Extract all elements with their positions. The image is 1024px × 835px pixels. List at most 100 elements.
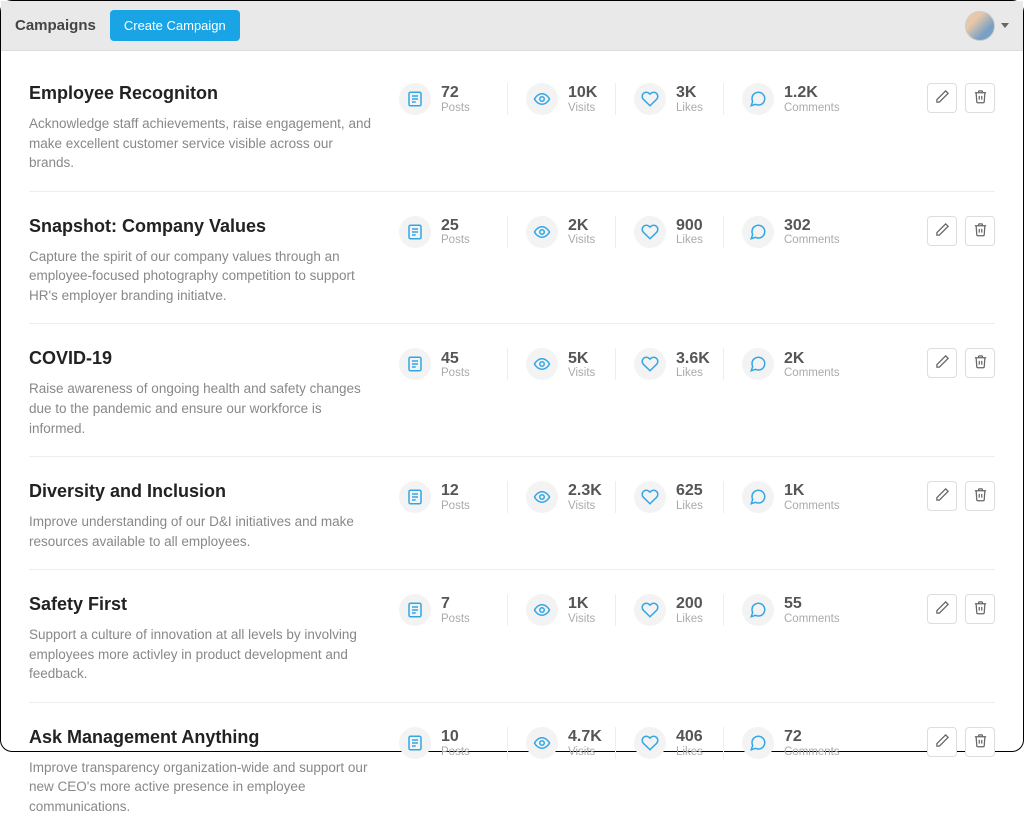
- campaign-info: Employee Recogniton Acknowledge staff ach…: [29, 83, 399, 173]
- campaign-row: Ask Management Anything Improve transpare…: [1, 703, 1023, 835]
- campaign-description: Support a culture of innovation at all l…: [29, 625, 375, 684]
- metric-visits: 1KVisits: [507, 594, 607, 626]
- delete-button[interactable]: [965, 481, 995, 511]
- metric-value: 72: [441, 84, 499, 102]
- metric-label: Posts: [441, 367, 499, 379]
- campaign-row: COVID-19Raise awareness of ongoing healt…: [1, 324, 1023, 456]
- pencil-icon: [935, 354, 950, 372]
- eye-icon: [526, 727, 558, 759]
- campaign-metrics: 72Posts10KVisits3KLikes1.2KComments: [399, 83, 911, 115]
- user-menu[interactable]: [965, 11, 1009, 41]
- eye-icon: [526, 348, 558, 380]
- campaign-metrics: 25Posts2KVisits900Likes302Comments: [399, 216, 911, 248]
- metric-value: 72: [784, 728, 842, 746]
- metric-posts: 45Posts: [399, 348, 499, 380]
- campaign-description: Capture the spirit of our company values…: [29, 247, 375, 306]
- metric-label: Comments: [784, 613, 842, 625]
- delete-button[interactable]: [965, 594, 995, 624]
- eye-icon: [526, 216, 558, 248]
- pencil-icon: [935, 733, 950, 751]
- campaign-info: COVID-19Raise awareness of ongoing healt…: [29, 348, 399, 438]
- metric-label: Posts: [441, 102, 499, 114]
- delete-button[interactable]: [965, 83, 995, 113]
- metric-posts: 72Posts: [399, 83, 499, 115]
- row-actions: [911, 481, 995, 511]
- campaign-metrics: 7Posts1KVisits200Likes55Comments: [399, 594, 911, 626]
- chevron-down-icon: [1001, 23, 1009, 28]
- campaign-info: Ask Management Anything Improve transpare…: [29, 727, 399, 817]
- pencil-icon: [935, 487, 950, 505]
- campaign-info: Diversity and InclusionImprove understan…: [29, 481, 399, 551]
- campaign-row: Employee Recogniton Acknowledge staff ach…: [1, 59, 1023, 191]
- metric-value: 55: [784, 595, 842, 613]
- metric-label: Comments: [784, 367, 842, 379]
- posts-icon: [399, 83, 431, 115]
- metric-value: 10: [441, 728, 499, 746]
- edit-button[interactable]: [927, 594, 957, 624]
- metric-comments: 72Comments: [723, 727, 843, 759]
- pencil-icon: [935, 600, 950, 618]
- metric-likes: 900Likes: [615, 216, 715, 248]
- metric-label: Comments: [784, 102, 842, 114]
- metric-value: 2K: [784, 350, 842, 368]
- posts-icon: [399, 216, 431, 248]
- delete-button[interactable]: [965, 348, 995, 378]
- metric-comments: 55Comments: [723, 594, 843, 626]
- edit-button[interactable]: [927, 481, 957, 511]
- metric-likes: 200Likes: [615, 594, 715, 626]
- campaign-metrics: 10Posts4.7KVisits406Likes72Comments: [399, 727, 911, 759]
- trash-icon: [973, 487, 988, 505]
- campaign-row: Snapshot: Company Values Capture the spir…: [1, 192, 1023, 324]
- campaign-row: Diversity and InclusionImprove understan…: [1, 457, 1023, 569]
- metric-visits: 5KVisits: [507, 348, 607, 380]
- topbar: Campaigns Create Campaign: [1, 1, 1023, 51]
- campaign-title[interactable]: Snapshot: Company Values: [29, 216, 375, 237]
- edit-button[interactable]: [927, 727, 957, 757]
- pencil-icon: [935, 222, 950, 240]
- heart-icon: [634, 481, 666, 513]
- metric-label: Posts: [441, 613, 499, 625]
- edit-button[interactable]: [927, 348, 957, 378]
- campaign-title[interactable]: COVID-19: [29, 348, 375, 369]
- comment-icon: [742, 83, 774, 115]
- edit-button[interactable]: [927, 83, 957, 113]
- campaign-title[interactable]: Safety First: [29, 594, 375, 615]
- campaign-title[interactable]: Ask Management Anything: [29, 727, 375, 748]
- edit-button[interactable]: [927, 216, 957, 246]
- campaign-description: Improve transparency organization-wide a…: [29, 758, 375, 817]
- metric-likes: 625Likes: [615, 481, 715, 513]
- heart-icon: [634, 348, 666, 380]
- create-campaign-button[interactable]: Create Campaign: [110, 10, 240, 41]
- metric-visits: 10KVisits: [507, 83, 607, 115]
- row-actions: [911, 594, 995, 624]
- eye-icon: [526, 481, 558, 513]
- campaign-title[interactable]: Diversity and Inclusion: [29, 481, 375, 502]
- comment-icon: [742, 481, 774, 513]
- heart-icon: [634, 594, 666, 626]
- trash-icon: [973, 600, 988, 618]
- row-actions: [911, 83, 995, 113]
- campaign-description: Acknowledge staff achievements, raise en…: [29, 114, 375, 173]
- pencil-icon: [935, 89, 950, 107]
- metric-visits: 2.3KVisits: [507, 481, 607, 513]
- comment-icon: [742, 348, 774, 380]
- metric-posts: 10Posts: [399, 727, 499, 759]
- campaign-title[interactable]: Employee Recogniton: [29, 83, 375, 104]
- metric-value: 25: [441, 217, 499, 235]
- metric-label: Comments: [784, 500, 842, 512]
- metric-posts: 25Posts: [399, 216, 499, 248]
- heart-icon: [634, 727, 666, 759]
- trash-icon: [973, 354, 988, 372]
- heart-icon: [634, 216, 666, 248]
- metric-value: 1.2K: [784, 84, 842, 102]
- metric-value: 12: [441, 482, 499, 500]
- trash-icon: [973, 89, 988, 107]
- metric-visits: 4.7KVisits: [507, 727, 607, 759]
- row-actions: [911, 348, 995, 378]
- metric-value: 7: [441, 595, 499, 613]
- metric-comments: 302Comments: [723, 216, 843, 248]
- delete-button[interactable]: [965, 727, 995, 757]
- avatar: [965, 11, 995, 41]
- row-actions: [911, 727, 995, 757]
- delete-button[interactable]: [965, 216, 995, 246]
